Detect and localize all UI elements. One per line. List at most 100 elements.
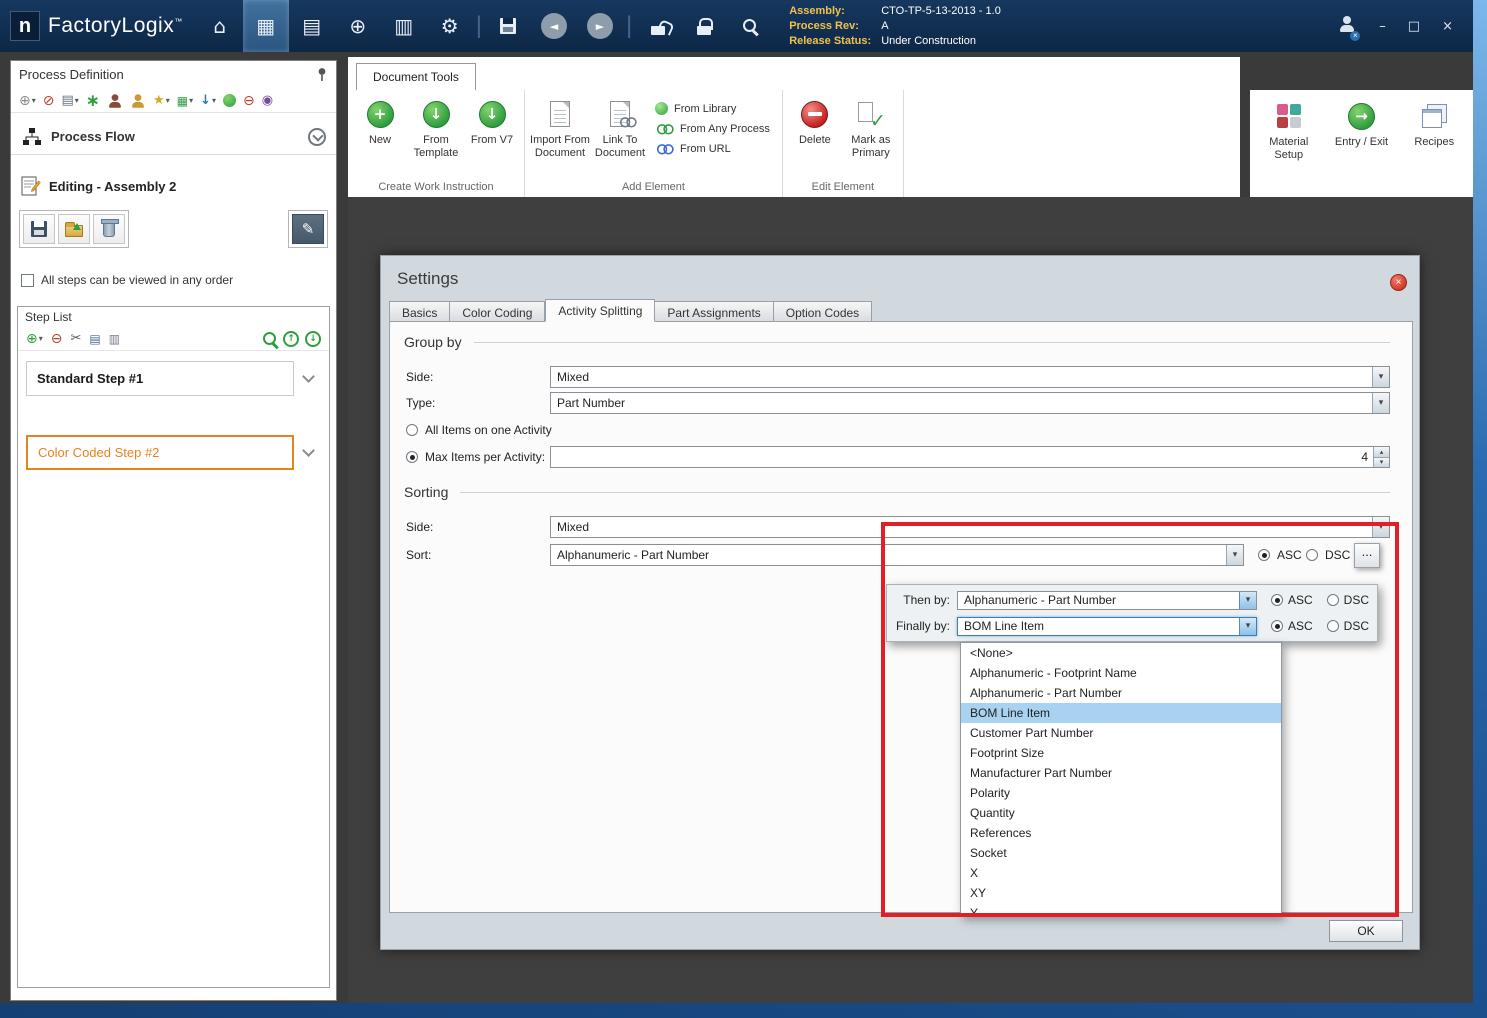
finally-by-asc-option[interactable]: ASC bbox=[1271, 619, 1313, 633]
spin-down-button[interactable]: ▾ bbox=[1374, 457, 1389, 468]
process-flow-row[interactable]: Process Flow bbox=[11, 119, 336, 155]
sorting-side-combobox[interactable]: Mixed ▾ bbox=[550, 516, 1390, 538]
settings-button[interactable]: ⚙ bbox=[427, 0, 473, 52]
dropdown-option[interactable]: Polarity bbox=[961, 783, 1281, 803]
add-step-button[interactable]: ⊕▾ bbox=[26, 331, 43, 347]
radio-icon[interactable] bbox=[1258, 549, 1270, 561]
dropdown-option[interactable]: <None> bbox=[961, 643, 1281, 663]
ok-button[interactable]: OK bbox=[1329, 920, 1403, 942]
user-button[interactable] bbox=[1339, 16, 1355, 37]
chevron-down-icon[interactable] bbox=[302, 444, 315, 457]
dropdown-option[interactable]: Footprint Size bbox=[961, 743, 1281, 763]
tab-basics[interactable]: Basics bbox=[389, 301, 450, 322]
save-button[interactable] bbox=[485, 0, 531, 52]
recipes-button[interactable]: Recipes bbox=[1400, 94, 1468, 197]
radio-icon[interactable] bbox=[406, 424, 418, 436]
entry-exit-button[interactable]: → Entry / Exit bbox=[1328, 94, 1396, 197]
link-to-document-button[interactable]: Link To Document bbox=[591, 92, 649, 160]
then-by-dsc-option[interactable]: DSC bbox=[1327, 593, 1369, 607]
combo-arrow-icon[interactable]: ▾ bbox=[1372, 393, 1389, 413]
material-setup-button[interactable]: Material Setup bbox=[1255, 94, 1323, 197]
max-items-radio-option[interactable]: Max Items per Activity: bbox=[406, 450, 545, 464]
trainer-button[interactable] bbox=[130, 93, 146, 109]
dropdown-option[interactable]: Alphanumeric - Footprint Name bbox=[961, 663, 1281, 683]
tab-activity-splitting[interactable]: Activity Splitting bbox=[545, 299, 655, 322]
all-items-radio-option[interactable]: All Items on one Activity bbox=[406, 423, 552, 437]
maximize-button[interactable]: □ bbox=[1408, 19, 1420, 34]
home-button[interactable]: ⌂ bbox=[197, 0, 243, 52]
dropdown-option[interactable]: Alphanumeric - Part Number bbox=[961, 683, 1281, 703]
finally-by-dsc-option[interactable]: DSC bbox=[1327, 619, 1369, 633]
finally-by-combobox[interactable]: BOM Line Item ▾ bbox=[957, 617, 1257, 636]
sort-dsc-option[interactable]: DSC bbox=[1306, 548, 1350, 562]
dropdown-option[interactable]: XY bbox=[961, 883, 1281, 903]
side-combobox[interactable]: Mixed ▾ bbox=[550, 366, 1390, 388]
step-item-color-coded[interactable]: Color Coded Step #2 bbox=[26, 435, 294, 470]
then-by-combobox[interactable]: Alphanumeric - Part Number ▾ bbox=[957, 591, 1257, 610]
max-items-spinner[interactable]: 4 ▴ ▾ bbox=[550, 446, 1390, 468]
from-url-button[interactable]: From URL bbox=[655, 142, 770, 155]
combo-arrow-icon[interactable]: ▾ bbox=[1239, 618, 1256, 635]
dropdown-option[interactable]: Y bbox=[961, 903, 1281, 916]
dropdown-option[interactable]: Manufacturer Part Number bbox=[961, 763, 1281, 783]
then-by-asc-option[interactable]: ASC bbox=[1271, 593, 1313, 607]
process-definition-button[interactable]: ▦ bbox=[243, 0, 289, 52]
from-template-button[interactable]: ↓ From Template bbox=[408, 92, 464, 160]
stop-button[interactable]: ⊖ bbox=[243, 93, 255, 109]
forms-button[interactable]: ▤ bbox=[289, 0, 335, 52]
radio-icon[interactable] bbox=[1271, 594, 1283, 606]
dropdown-option[interactable]: Quantity bbox=[961, 803, 1281, 823]
combo-arrow-icon[interactable]: ▾ bbox=[1239, 592, 1256, 609]
dropdown-option[interactable]: Customer Part Number bbox=[961, 723, 1281, 743]
edit-mode-button[interactable]: ✎ bbox=[292, 214, 324, 244]
spin-up-button[interactable]: ▴ bbox=[1374, 447, 1389, 457]
close-button[interactable]: × bbox=[1442, 19, 1453, 34]
record-button[interactable]: ◉ bbox=[262, 93, 273, 108]
from-library-button[interactable]: From Library bbox=[655, 102, 770, 115]
sort-asc-option[interactable]: ASC bbox=[1258, 548, 1302, 562]
new-button[interactable]: + New bbox=[352, 92, 408, 147]
copy-step-button[interactable]: ▤ bbox=[89, 332, 100, 346]
inspect-button[interactable] bbox=[727, 0, 773, 52]
any-order-checkbox[interactable] bbox=[21, 274, 34, 287]
back-button[interactable]: ◄ bbox=[531, 0, 577, 52]
chevron-down-icon[interactable] bbox=[302, 370, 315, 383]
from-v7-button[interactable]: ↓ From V7 bbox=[464, 92, 520, 147]
dropdown-option[interactable]: References bbox=[961, 823, 1281, 843]
radio-icon[interactable] bbox=[1271, 620, 1283, 632]
favorites-button[interactable]: ★▾ bbox=[153, 93, 170, 108]
sort-combobox[interactable]: Alphanumeric - Part Number ▾ bbox=[550, 544, 1244, 566]
navigator-button[interactable]: ⊕ bbox=[335, 0, 381, 52]
reports-button[interactable]: ▥ bbox=[381, 0, 427, 52]
materials-button[interactable]: ▦▾ bbox=[177, 94, 193, 108]
delete-doc-button[interactable] bbox=[93, 214, 125, 244]
forward-button[interactable]: ► bbox=[577, 0, 623, 52]
operator-button[interactable] bbox=[107, 93, 123, 109]
remove-step-button[interactable]: ⊖ bbox=[51, 331, 63, 347]
radio-icon[interactable] bbox=[1306, 549, 1318, 561]
tab-color-coding[interactable]: Color Coding bbox=[450, 301, 545, 322]
start-button[interactable] bbox=[223, 94, 236, 107]
zoom-step-icon[interactable] bbox=[262, 331, 277, 346]
tab-option-codes[interactable]: Option Codes bbox=[774, 301, 872, 322]
add-button[interactable]: ⊕▾ bbox=[19, 93, 36, 109]
dropdown-option-selected[interactable]: BOM Line Item bbox=[961, 703, 1281, 723]
collapse-chevron-icon[interactable] bbox=[308, 128, 326, 146]
minimize-button[interactable]: – bbox=[1379, 19, 1386, 34]
save-doc-button[interactable] bbox=[23, 214, 55, 244]
cut-step-button[interactable]: ✂ bbox=[70, 331, 81, 346]
disable-button[interactable]: ⊘ bbox=[43, 93, 55, 109]
tab-part-assignments[interactable]: Part Assignments bbox=[655, 301, 773, 322]
type-combobox[interactable]: Part Number ▾ bbox=[550, 392, 1390, 414]
lock-button[interactable] bbox=[681, 0, 727, 52]
combo-arrow-icon[interactable]: ▾ bbox=[1372, 517, 1389, 537]
print-button[interactable]: ▤▾ bbox=[61, 93, 78, 108]
export-button[interactable]: ↓▾ bbox=[200, 93, 216, 108]
radio-icon[interactable] bbox=[406, 451, 418, 463]
move-down-button[interactable]: ↓ bbox=[305, 331, 321, 347]
combo-arrow-icon[interactable]: ▾ bbox=[1226, 545, 1243, 565]
from-any-process-button[interactable]: From Any Process bbox=[655, 122, 770, 135]
import-from-document-button[interactable]: Import From Document bbox=[529, 92, 591, 160]
dropdown-option[interactable]: X bbox=[961, 863, 1281, 883]
dialog-close-button[interactable]: × bbox=[1390, 274, 1407, 291]
